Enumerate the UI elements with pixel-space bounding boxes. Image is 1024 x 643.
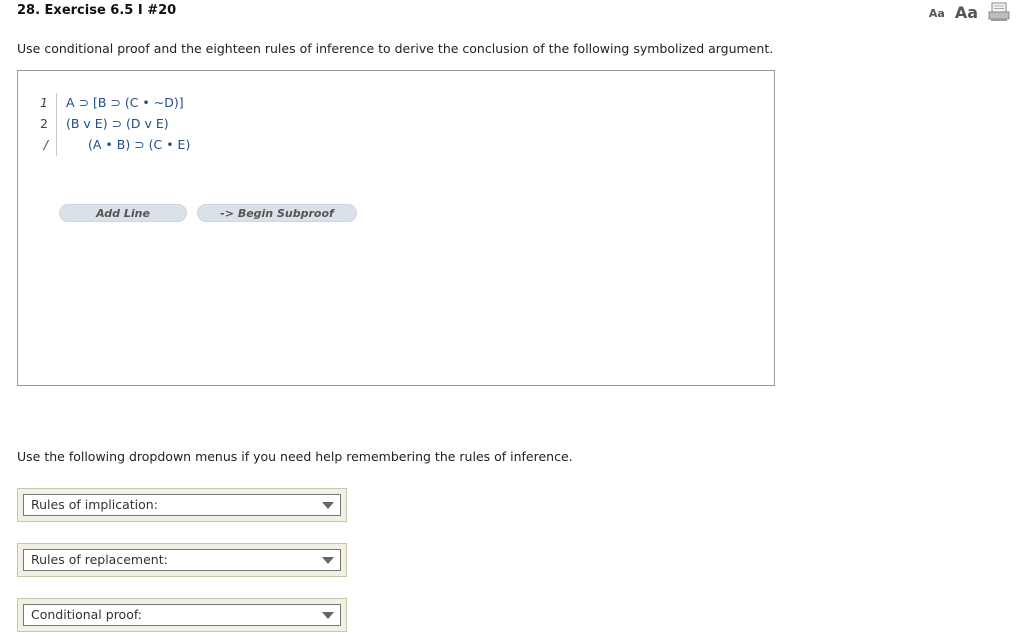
line-divider bbox=[56, 93, 57, 114]
line-divider bbox=[56, 135, 57, 156]
proof-editor: 1 A ⊃ [B ⊃ (C • ~D)] 2 (B v E) ⊃ (D v E)… bbox=[17, 70, 775, 386]
chevron-down-icon bbox=[322, 502, 334, 509]
premise-formula: A ⊃ [B ⊃ (C • ~D)] bbox=[66, 95, 184, 110]
print-icon[interactable] bbox=[988, 2, 1010, 22]
begin-subproof-button[interactable]: -> Begin Subproof bbox=[197, 204, 357, 222]
font-size-small-button[interactable]: Aa bbox=[929, 7, 945, 22]
line-number: 2 bbox=[40, 116, 48, 131]
conclusion-marker: / bbox=[43, 137, 48, 152]
dropdown-label: Rules of implication: bbox=[31, 497, 158, 512]
instructions-text: Use conditional proof and the eighteen r… bbox=[17, 41, 774, 56]
line-number: 1 bbox=[40, 95, 48, 110]
font-size-large-button[interactable]: Aa bbox=[955, 3, 978, 22]
premise-formula: (B v E) ⊃ (D v E) bbox=[66, 116, 169, 131]
chevron-down-icon bbox=[322, 557, 334, 564]
dropdown-help-text: Use the following dropdown menus if you … bbox=[17, 449, 573, 464]
exercise-title: 28. Exercise 6.5 I #20 bbox=[17, 3, 177, 18]
line-divider bbox=[56, 114, 57, 135]
toolbar: Aa Aa bbox=[929, 0, 1010, 22]
chevron-down-icon bbox=[322, 612, 334, 619]
conditional-proof-dropdown-container: Conditional proof: bbox=[17, 598, 347, 632]
dropdown-label: Conditional proof: bbox=[31, 607, 143, 622]
rules-of-replacement-dropdown-container: Rules of replacement: bbox=[17, 543, 347, 577]
dropdown-label: Rules of replacement: bbox=[31, 552, 168, 567]
conditional-proof-dropdown[interactable]: Conditional proof: bbox=[23, 604, 341, 626]
rules-of-implication-dropdown[interactable]: Rules of implication: bbox=[23, 494, 341, 516]
conclusion-formula: (A • B) ⊃ (C • E) bbox=[88, 137, 191, 152]
add-line-button[interactable]: Add Line bbox=[59, 204, 187, 222]
rules-of-implication-dropdown-container: Rules of implication: bbox=[17, 488, 347, 522]
rules-of-replacement-dropdown[interactable]: Rules of replacement: bbox=[23, 549, 341, 571]
